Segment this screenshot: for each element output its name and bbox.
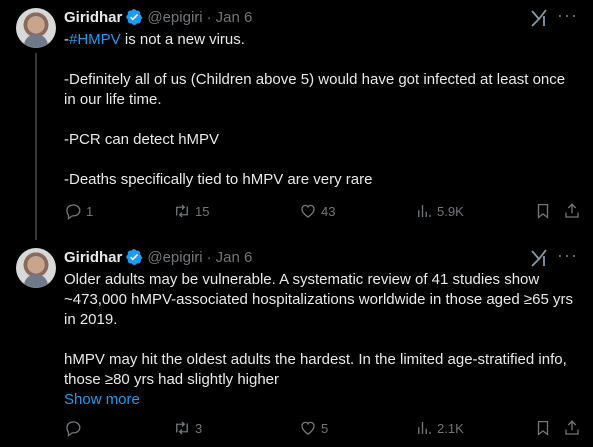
views-icon xyxy=(418,205,431,217)
action-bar: 3 5 2.1K xyxy=(64,418,584,438)
verified-badge-icon xyxy=(125,8,143,26)
bookmark-button[interactable] xyxy=(534,418,552,438)
hashtag-link[interactable]: #HMPV xyxy=(69,31,121,48)
tweet-paragraph: Older adults may be vulnerable. A system… xyxy=(64,271,578,328)
tweet-text: -#HMPV is not a new virus. -Definitely a… xyxy=(64,30,576,190)
views-icon xyxy=(418,422,431,434)
avatar[interactable] xyxy=(16,248,56,288)
avatar[interactable] xyxy=(16,8,56,48)
grok-icon[interactable] xyxy=(529,8,549,28)
like-icon xyxy=(301,204,315,218)
repost-button[interactable]: 15 xyxy=(173,201,209,221)
more-icon[interactable]: ··· xyxy=(557,246,577,266)
separator-dot: · xyxy=(206,8,212,26)
repost-icon xyxy=(176,421,188,435)
tweet-header: Giridhar @epigiri · Jan 6 xyxy=(64,246,252,268)
tweet-date[interactable]: Jan 6 xyxy=(216,9,253,26)
like-icon xyxy=(301,421,315,435)
bookmark-button[interactable] xyxy=(534,201,552,221)
tweet[interactable]: Giridhar @epigiri · Jan 6 ··· -#HMPV is … xyxy=(0,0,593,240)
author-handle[interactable]: @epigiri xyxy=(147,249,202,266)
like-count: 5 xyxy=(321,420,329,436)
reply-icon xyxy=(66,421,81,437)
tweet-paragraph: hMPV may hit the oldest adults the harde… xyxy=(64,351,571,388)
author-name[interactable]: Giridhar xyxy=(64,9,122,26)
reply-button[interactable] xyxy=(64,418,86,438)
views-count: 5.9K xyxy=(437,203,464,219)
tweet-paragraph: -Definitely all of us (Children above 5)… xyxy=(64,71,570,108)
reply-icon xyxy=(66,204,81,220)
action-bar: 1 15 43 5.9K xyxy=(64,201,584,221)
views-button[interactable]: 5.9K xyxy=(415,201,464,221)
like-button[interactable]: 43 xyxy=(299,201,335,221)
text-rest: is not a new virus. xyxy=(120,31,245,48)
tweet-date[interactable]: Jan 6 xyxy=(216,249,253,266)
bookmark-icon xyxy=(537,420,549,436)
like-count: 43 xyxy=(321,203,336,219)
share-button[interactable] xyxy=(563,418,581,438)
separator-dot: · xyxy=(206,248,212,266)
verified-badge-icon xyxy=(125,248,143,266)
author-name[interactable]: Giridhar xyxy=(64,249,122,266)
tweet-header: Giridhar @epigiri · Jan 6 xyxy=(64,6,252,28)
more-icon[interactable]: ··· xyxy=(557,6,577,26)
views-count: 2.1K xyxy=(437,420,464,436)
repost-icon xyxy=(176,204,188,218)
repost-button[interactable]: 3 xyxy=(173,418,202,438)
tweet-text: Older adults may be vulnerable. A system… xyxy=(64,270,576,410)
thread-line xyxy=(35,53,37,240)
grok-icon[interactable] xyxy=(529,248,549,268)
share-icon xyxy=(565,203,579,218)
tweet-paragraph: -Deaths specifically tied to hMPV are ve… xyxy=(64,171,373,188)
share-icon xyxy=(565,420,579,435)
author-handle[interactable]: @epigiri xyxy=(147,9,202,26)
tweet-paragraph: -PCR can detect hMPV xyxy=(64,131,220,148)
share-button[interactable] xyxy=(563,201,581,221)
like-button[interactable]: 5 xyxy=(299,418,328,438)
reply-button[interactable]: 1 xyxy=(64,201,93,221)
repost-count: 15 xyxy=(195,203,210,219)
repost-count: 3 xyxy=(195,420,203,436)
tweet-paragraph: -#HMPV is not a new virus. xyxy=(64,30,576,50)
reply-count: 1 xyxy=(86,203,94,219)
tweet[interactable]: Giridhar @epigiri · Jan 6 ··· Older adul… xyxy=(0,240,593,447)
bookmark-icon xyxy=(537,203,549,219)
show-more-link[interactable]: Show more xyxy=(64,390,576,410)
views-button[interactable]: 2.1K xyxy=(415,418,464,438)
